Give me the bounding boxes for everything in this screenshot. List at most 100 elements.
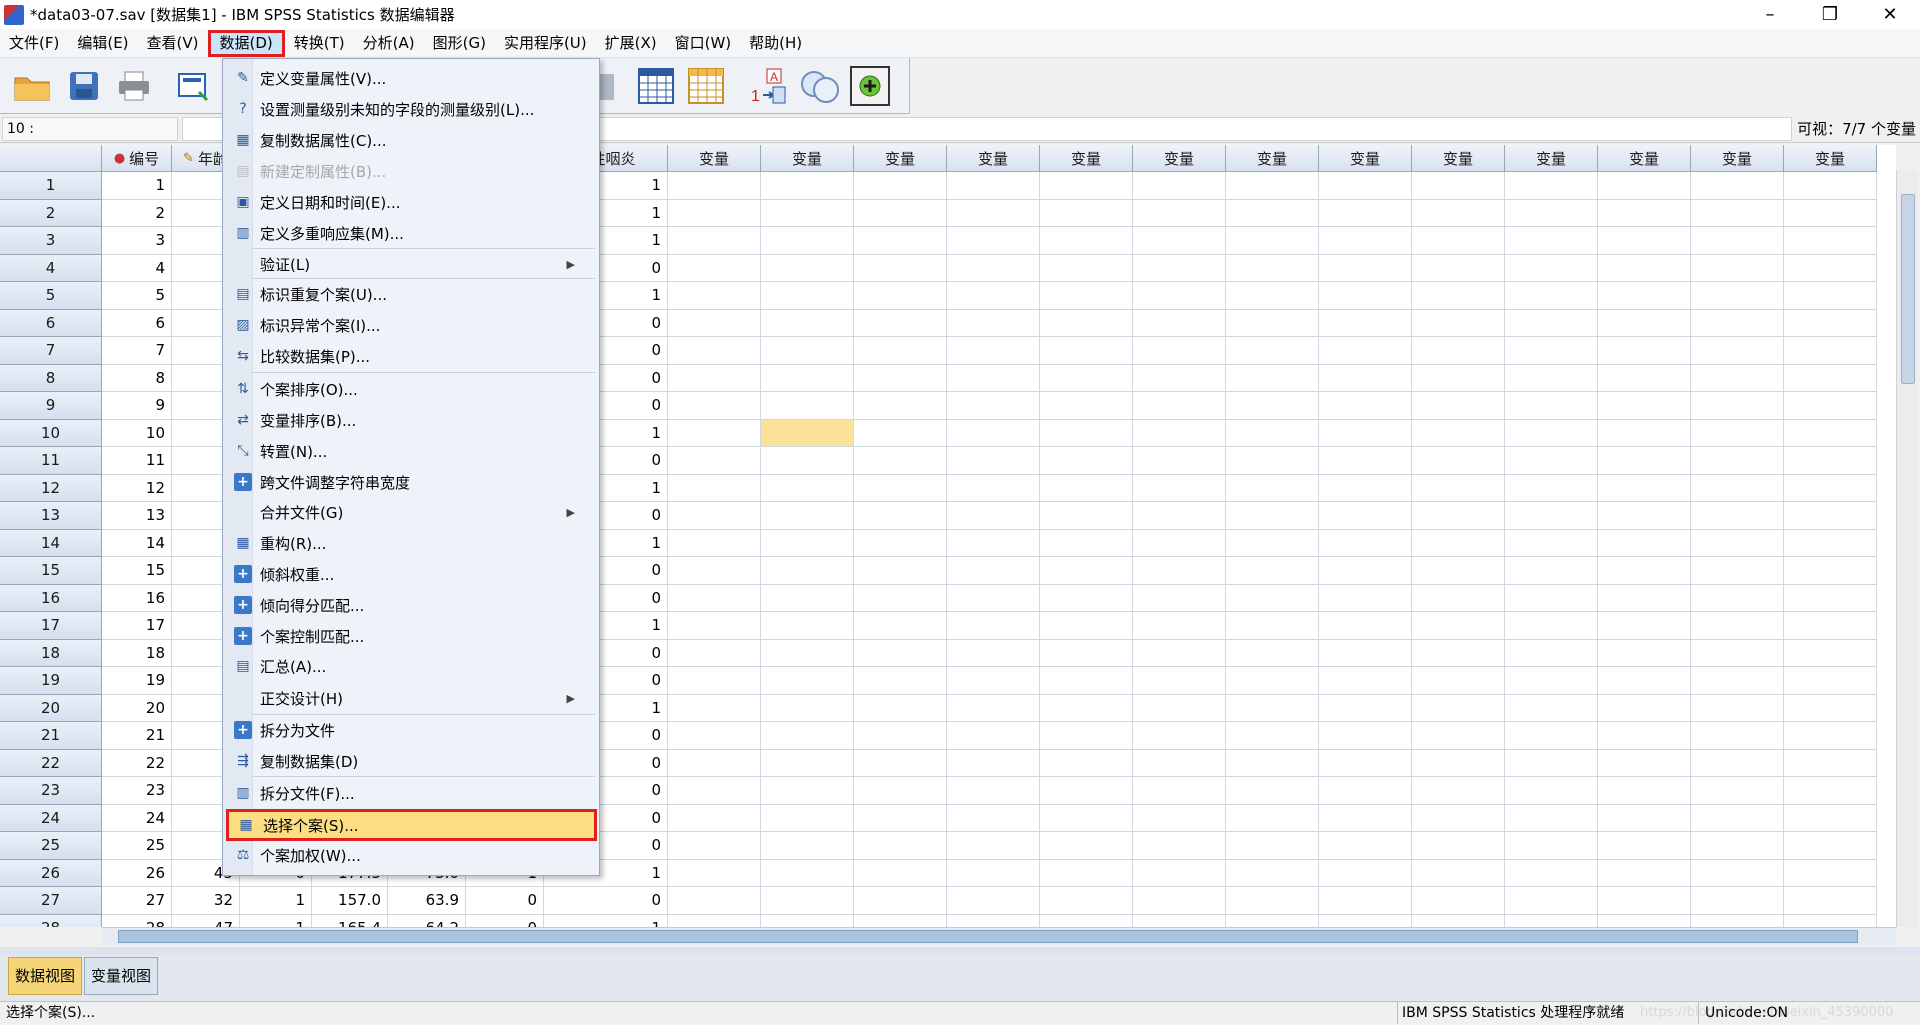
data-cell[interactable] bbox=[761, 639, 854, 667]
data-cell[interactable] bbox=[1505, 282, 1598, 310]
data-cell[interactable] bbox=[1784, 227, 1877, 255]
data-cell[interactable] bbox=[1040, 667, 1133, 695]
data-cell[interactable] bbox=[1784, 557, 1877, 585]
data-cell[interactable] bbox=[1784, 832, 1877, 860]
data-cell[interactable] bbox=[1598, 667, 1691, 695]
data-cell[interactable] bbox=[1412, 529, 1505, 557]
data-cell[interactable] bbox=[947, 172, 1040, 200]
data-cell[interactable] bbox=[1226, 447, 1319, 475]
data-cell[interactable]: 47 bbox=[172, 914, 240, 927]
data-cell[interactable] bbox=[761, 474, 854, 502]
data-cell[interactable] bbox=[761, 199, 854, 227]
menu-item[interactable]: + 倾向得分匹配... bbox=[226, 590, 597, 620]
data-cell[interactable] bbox=[1040, 859, 1133, 887]
data-cell[interactable] bbox=[1319, 639, 1412, 667]
data-cell[interactable] bbox=[947, 282, 1040, 310]
row-header[interactable]: 8 bbox=[0, 364, 102, 392]
data-cell[interactable] bbox=[1412, 199, 1505, 227]
data-cell[interactable] bbox=[1040, 804, 1133, 832]
data-cell[interactable] bbox=[668, 199, 761, 227]
data-grid-icon[interactable] bbox=[636, 66, 676, 106]
data-cell[interactable] bbox=[1505, 364, 1598, 392]
data-cell[interactable] bbox=[1226, 694, 1319, 722]
row-header[interactable]: 16 bbox=[0, 584, 102, 612]
data-cell[interactable] bbox=[1412, 859, 1505, 887]
data-cell[interactable] bbox=[668, 337, 761, 365]
data-cell[interactable] bbox=[947, 804, 1040, 832]
row-header[interactable]: 7 bbox=[0, 337, 102, 365]
data-cell[interactable] bbox=[1691, 584, 1784, 612]
row-header[interactable]: 3 bbox=[0, 227, 102, 255]
menu-utilities[interactable]: 实用程序(U) bbox=[495, 30, 596, 57]
data-cell[interactable] bbox=[1412, 172, 1505, 200]
menu-item[interactable]: 验证(L) ▶ bbox=[226, 249, 597, 279]
data-cell[interactable] bbox=[1505, 777, 1598, 805]
data-cell[interactable] bbox=[1784, 392, 1877, 420]
data-cell[interactable] bbox=[668, 227, 761, 255]
data-cell[interactable] bbox=[668, 419, 761, 447]
data-cell[interactable] bbox=[761, 859, 854, 887]
data-cell[interactable] bbox=[1412, 282, 1505, 310]
vertical-scroll-thumb[interactable] bbox=[1901, 194, 1915, 384]
row-header[interactable]: 20 bbox=[0, 694, 102, 722]
data-cell[interactable] bbox=[1133, 612, 1226, 640]
data-cell[interactable] bbox=[668, 502, 761, 530]
data-cell[interactable] bbox=[1319, 337, 1412, 365]
data-cell[interactable] bbox=[1319, 419, 1412, 447]
data-cell[interactable] bbox=[1040, 722, 1133, 750]
data-cell[interactable] bbox=[1598, 337, 1691, 365]
menu-item[interactable]: ▤ 标识重复个案(U)... bbox=[226, 279, 597, 309]
data-cell[interactable] bbox=[761, 227, 854, 255]
menu-item[interactable]: ⇆ 比较数据集(P)... bbox=[226, 341, 597, 371]
data-cell[interactable] bbox=[668, 749, 761, 777]
data-cell[interactable] bbox=[1505, 639, 1598, 667]
data-cell[interactable] bbox=[947, 529, 1040, 557]
data-cell[interactable] bbox=[1784, 584, 1877, 612]
data-cell[interactable] bbox=[1226, 227, 1319, 255]
data-cell[interactable] bbox=[1133, 584, 1226, 612]
data-cell[interactable] bbox=[947, 447, 1040, 475]
menu-item[interactable]: ▦ 重构(R)... bbox=[226, 528, 597, 558]
data-cell[interactable] bbox=[761, 667, 854, 695]
data-cell[interactable] bbox=[1691, 722, 1784, 750]
row-header[interactable]: 21 bbox=[0, 722, 102, 750]
data-cell[interactable] bbox=[1505, 749, 1598, 777]
data-cell[interactable] bbox=[1598, 529, 1691, 557]
data-cell[interactable] bbox=[947, 887, 1040, 915]
data-cell[interactable] bbox=[1784, 309, 1877, 337]
data-cell[interactable]: 1 bbox=[240, 887, 312, 915]
data-cell[interactable] bbox=[1133, 529, 1226, 557]
data-cell[interactable] bbox=[1133, 557, 1226, 585]
data-cell[interactable] bbox=[947, 584, 1040, 612]
data-cell[interactable]: 12 bbox=[102, 474, 172, 502]
data-cell[interactable]: 24 bbox=[102, 804, 172, 832]
data-cell[interactable] bbox=[1784, 502, 1877, 530]
menu-item[interactable]: ▤ 新建定制属性(B)... bbox=[226, 156, 597, 186]
data-cell[interactable] bbox=[1598, 832, 1691, 860]
data-cell[interactable] bbox=[854, 639, 947, 667]
data-cell[interactable] bbox=[761, 584, 854, 612]
data-cell[interactable] bbox=[1133, 832, 1226, 860]
data-cell[interactable] bbox=[1226, 722, 1319, 750]
data-cell[interactable] bbox=[761, 502, 854, 530]
column-header[interactable]: 变量 bbox=[1226, 145, 1319, 172]
data-cell[interactable]: 26 bbox=[102, 859, 172, 887]
data-cell[interactable] bbox=[1598, 584, 1691, 612]
data-cell[interactable] bbox=[947, 254, 1040, 282]
data-cell[interactable] bbox=[1691, 859, 1784, 887]
column-header[interactable]: 变量 bbox=[947, 145, 1040, 172]
data-cell[interactable] bbox=[1412, 364, 1505, 392]
data-cell[interactable]: 22 bbox=[102, 749, 172, 777]
data-cell[interactable] bbox=[1226, 172, 1319, 200]
data-cell[interactable] bbox=[1133, 227, 1226, 255]
data-cell[interactable]: 18 bbox=[102, 639, 172, 667]
data-cell[interactable] bbox=[1412, 227, 1505, 255]
data-cell[interactable]: 14 bbox=[102, 529, 172, 557]
data-cell[interactable] bbox=[854, 914, 947, 927]
data-cell[interactable] bbox=[668, 914, 761, 927]
data-cell[interactable] bbox=[1040, 914, 1133, 927]
data-cell[interactable] bbox=[1133, 392, 1226, 420]
data-cell[interactable] bbox=[1040, 447, 1133, 475]
data-cell[interactable]: 28 bbox=[102, 914, 172, 927]
data-cell[interactable] bbox=[1598, 227, 1691, 255]
